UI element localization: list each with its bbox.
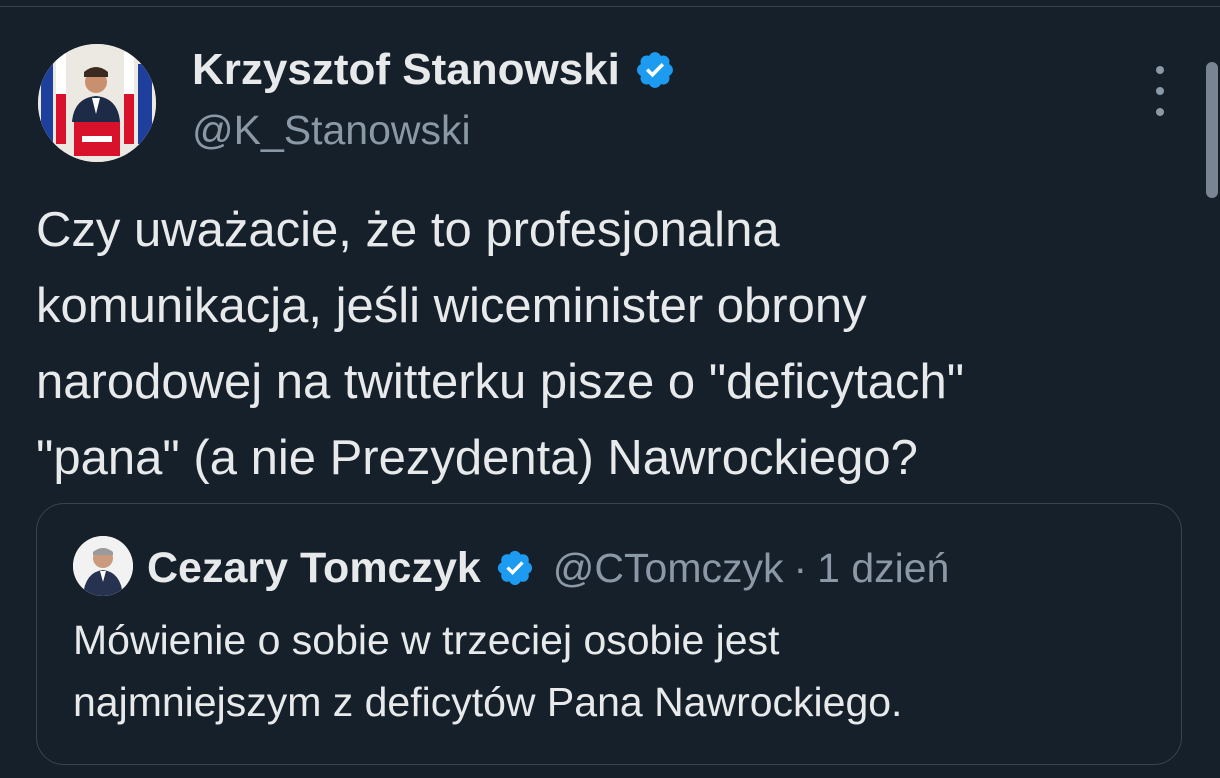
more-dot [1156,108,1164,116]
more-dot [1156,66,1164,74]
verified-badge-icon [497,550,532,586]
more-dot [1156,87,1164,95]
author-avatar-image [38,44,156,162]
more-options-icon[interactable] [1144,66,1176,116]
author-name-row: Krzysztof Stanowski [192,44,676,96]
separator-dot: · [793,545,808,591]
quoted-author-handle[interactable]: @CTomczyk [553,542,784,594]
scrollbar-thumb[interactable] [1206,62,1218,198]
quoted-tweet-text: Mówienie o sobie w trzeciej osobie jest … [73,617,903,725]
tweet-text: Czy uważacie, że to profesjonalna komuni… [36,203,965,485]
author-name[interactable]: Krzysztof Stanowski [192,44,620,96]
top-divider [0,6,1220,7]
quoted-author-name[interactable]: Cezary Tomczyk [147,542,481,594]
verified-badge-icon [636,52,673,88]
author-avatar[interactable] [38,44,156,162]
quoted-header: Cezary Tomczyk @CTomczyk · 1 dzień [147,542,949,594]
quoted-tweet[interactable]: Cezary Tomczyk @CTomczyk · 1 dzień Mówie… [36,503,1182,765]
quoted-avatar-image [73,536,133,596]
author-handle[interactable]: @K_Stanowski [192,104,471,156]
quoted-timestamp[interactable]: 1 dzień [817,542,949,594]
quoted-author-avatar[interactable] [73,536,133,596]
